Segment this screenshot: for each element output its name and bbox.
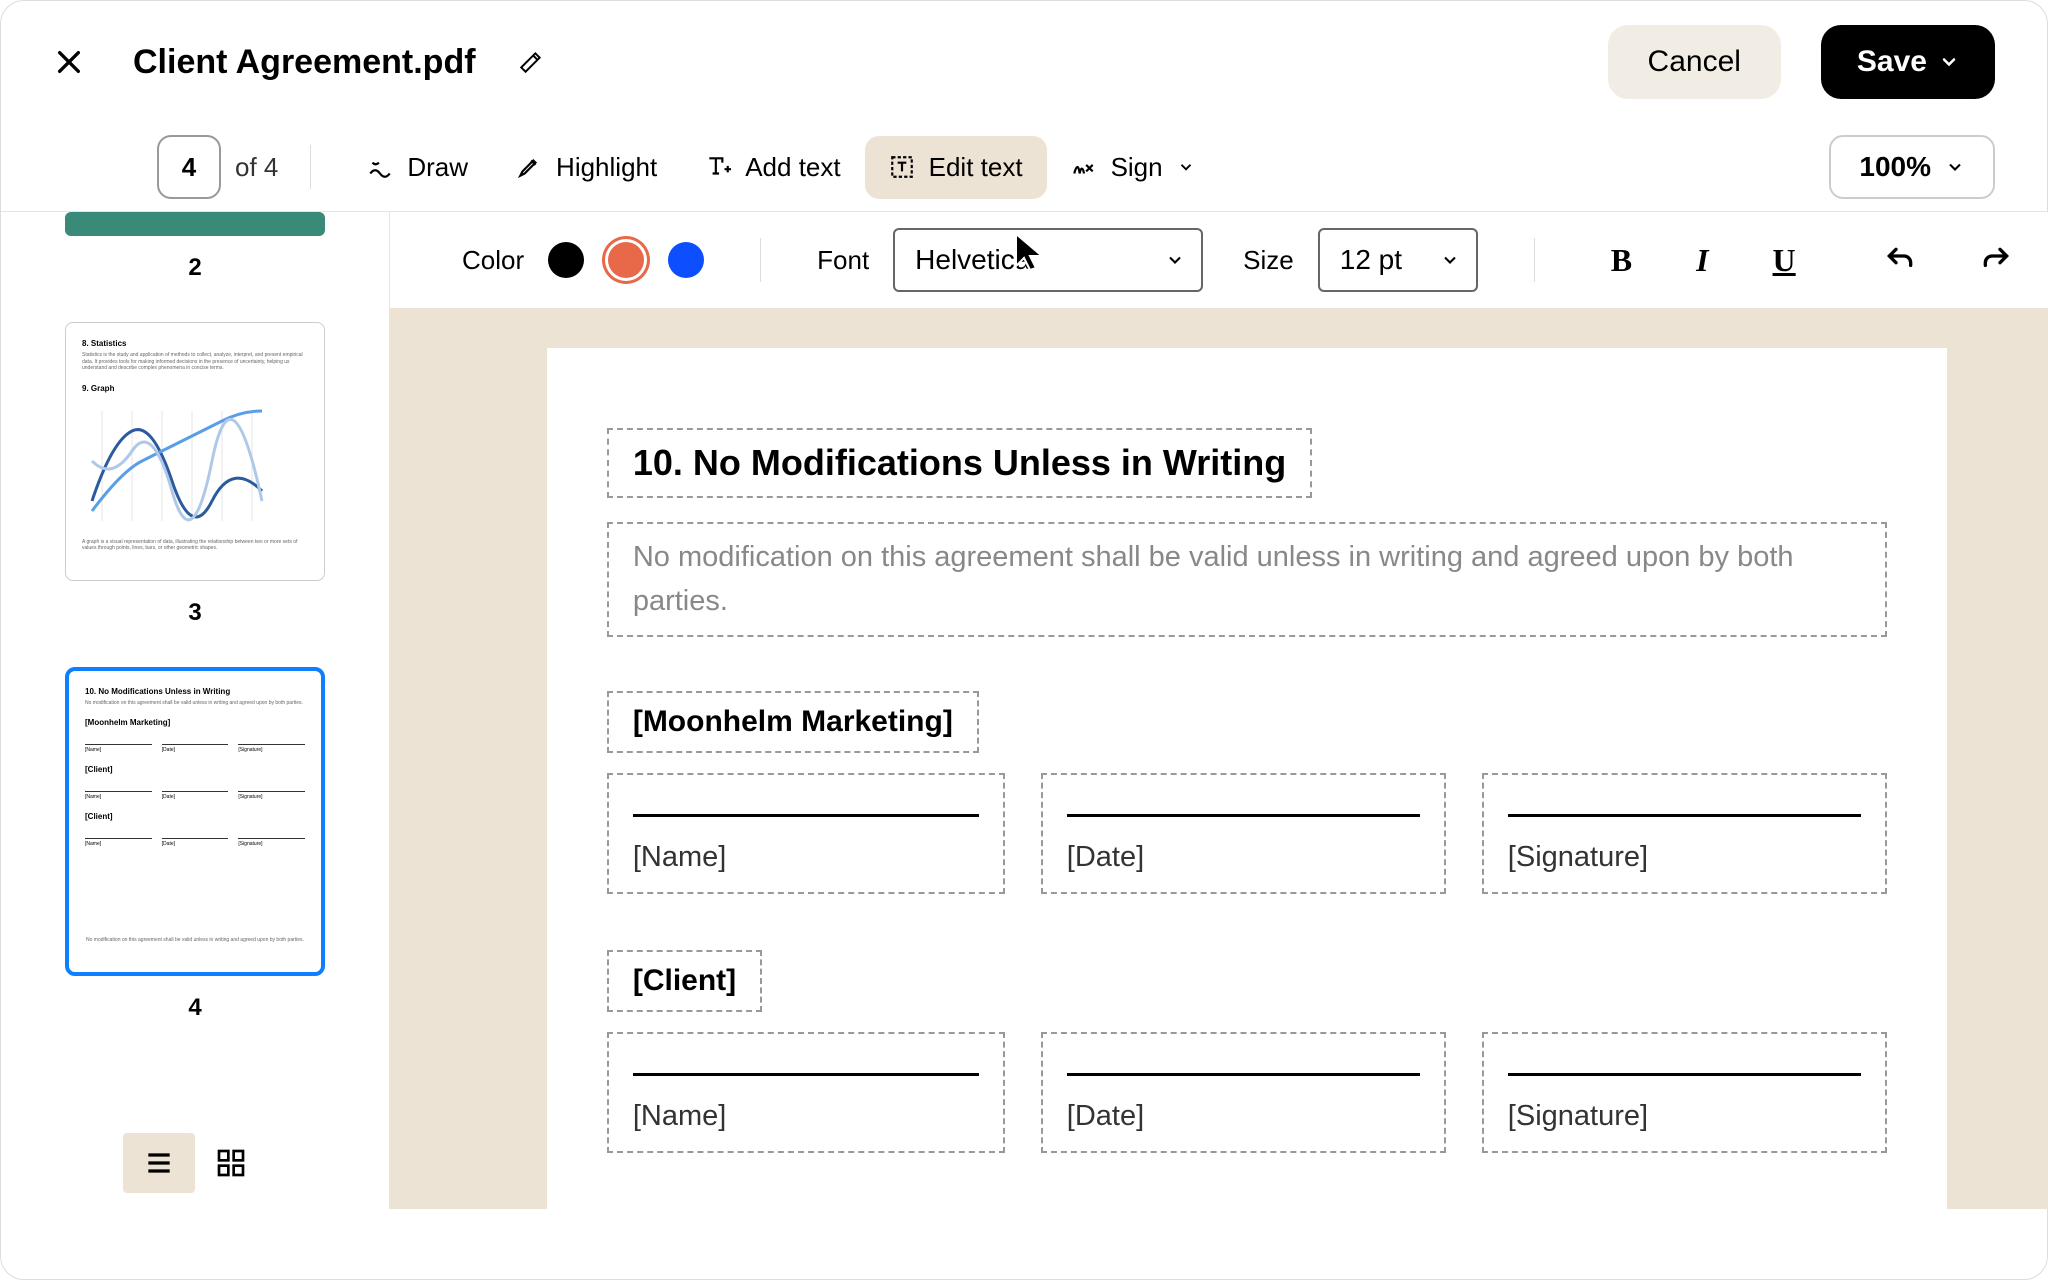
sign-icon [1071,154,1097,180]
highlight-button[interactable]: Highlight [492,136,681,199]
signature-signature[interactable]: [Signature] [1482,773,1887,894]
sign-button[interactable]: Sign [1047,136,1219,199]
add-text-button[interactable]: Add text [681,136,864,199]
color-blue[interactable] [668,242,704,278]
content-area: 2 8. Statistics Statistics is the study … [1,211,2047,1209]
thumbnail-chart [82,401,308,531]
main-area: Color Font Helvetica Size 12 pt B I U [389,212,2048,1209]
format-bar: Color Font Helvetica Size 12 pt B I U [390,212,2048,308]
save-button[interactable]: Save [1821,25,1995,99]
redo-button[interactable] [1960,236,2032,284]
color-label: Color [462,245,524,276]
zoom-button[interactable]: 100% [1829,135,1995,199]
editable-party1[interactable]: [Moonhelm Marketing] [607,691,979,753]
page-content: 10. No Modifications Unless in Writing N… [547,348,1947,1209]
editable-party2[interactable]: [Client] [607,950,762,1012]
bold-button[interactable]: B [1591,234,1652,287]
signature-row: [Name] [Date] [Signature] [607,1032,1887,1153]
list-view-button[interactable] [123,1133,195,1193]
divider [310,145,311,189]
add-text-icon [705,154,731,180]
header: Client Agreement.pdf Cancel Save [1,1,2047,123]
editable-section-title[interactable]: 10. No Modifications Unless in Writing [607,428,1312,498]
chevron-down-icon [1945,157,1965,177]
color-black[interactable] [548,242,584,278]
highlight-icon [516,154,542,180]
page-total: of 4 [235,152,278,183]
pencil-icon [518,49,544,75]
toolbar: of 4 Draw Highlight Add text Edit text S… [1,123,2047,211]
font-label: Font [817,245,869,276]
sidebar-wrapper: 2 8. Statistics Statistics is the study … [1,212,389,1209]
divider [760,238,761,282]
view-toggle [1,1117,389,1209]
chevron-down-icon [1440,250,1460,270]
cancel-button[interactable]: Cancel [1608,25,1781,99]
underline-button[interactable]: U [1753,234,1816,287]
thumbnail-page-2-partial[interactable] [65,212,325,236]
signature-name[interactable]: [Name] [607,773,1005,894]
signature-date[interactable]: [Date] [1041,773,1446,894]
signature-row: [Name] [Date] [Signature] [607,773,1887,894]
close-icon [53,46,85,78]
divider [1534,238,1535,282]
edit-text-button[interactable]: Edit text [865,136,1047,199]
editable-section-body[interactable]: No modification on this agreement shall … [607,522,1887,637]
edit-title-button[interactable] [518,49,544,75]
color-orange[interactable] [608,242,644,278]
draw-button[interactable]: Draw [343,136,492,199]
redo-icon [1980,244,2012,276]
close-button[interactable] [53,46,85,78]
document-title: Client Agreement.pdf [133,43,476,82]
signature-name[interactable]: [Name] [607,1032,1005,1153]
list-icon [143,1147,175,1179]
cursor-icon [1012,230,1052,278]
signature-signature[interactable]: [Signature] [1482,1032,1887,1153]
chevron-down-icon [1939,52,1959,72]
grid-icon [215,1147,247,1179]
thumbnail-page-4[interactable]: 10. No Modifications Unless in Writing N… [65,667,325,976]
thumbnail-sidebar: 2 8. Statistics Statistics is the study … [1,212,389,1117]
thumbnail-label: 3 [65,599,325,627]
chevron-down-icon [1165,250,1185,270]
page-number-input[interactable] [157,135,221,199]
undo-icon [1884,244,1916,276]
size-select[interactable]: 12 pt [1318,228,1478,292]
thumbnail-page-3[interactable]: 8. Statistics Statistics is the study an… [65,322,325,581]
signature-date[interactable]: [Date] [1041,1032,1446,1153]
grid-view-button[interactable] [195,1133,267,1193]
save-label: Save [1857,45,1927,79]
italic-button[interactable]: I [1676,234,1728,287]
draw-icon [367,154,393,180]
thumbnail-label: 2 [65,254,325,282]
size-label: Size [1243,245,1294,276]
thumbnail-label: 4 [65,994,325,1022]
document-canvas[interactable]: 10. No Modifications Unless in Writing N… [390,308,2048,1209]
chevron-down-icon [1177,158,1195,176]
undo-button[interactable] [1864,236,1936,284]
edit-text-icon [889,154,915,180]
